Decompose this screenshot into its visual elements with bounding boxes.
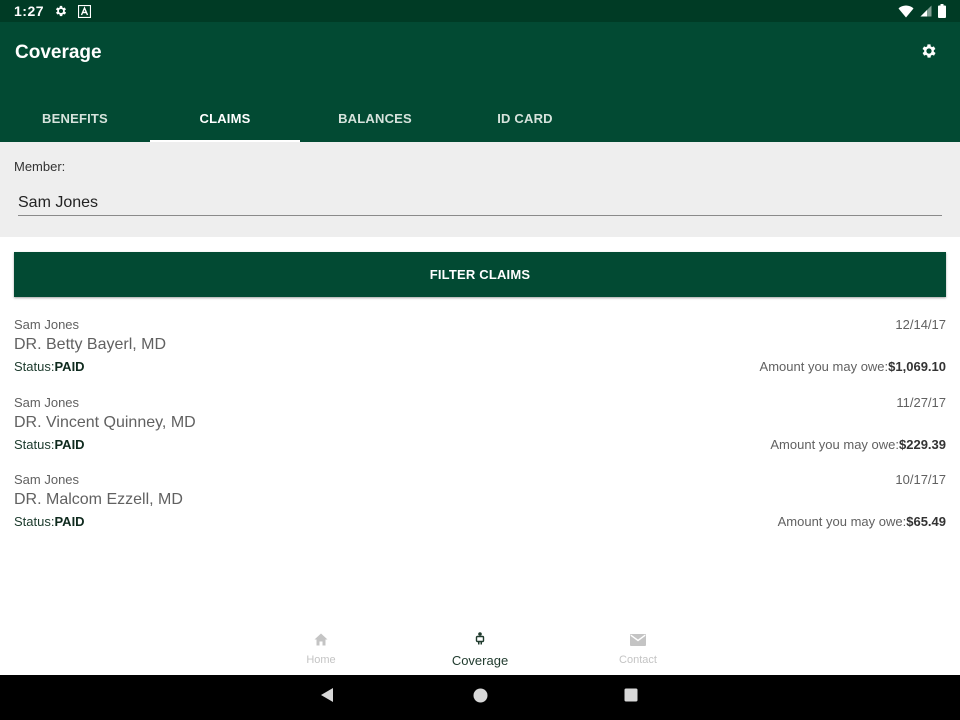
battery-icon [938,4,946,18]
member-section: Member: [0,142,960,237]
member-select[interactable] [18,190,942,216]
home-circle-icon [473,688,488,708]
tab-balances[interactable]: BALANCES [300,94,450,142]
claim-status-value: PAID [54,359,85,374]
signal-icon [920,5,932,17]
system-home-button[interactable] [460,675,500,720]
tab-bar: BENEFITS CLAIMS BALANCES ID CARD [0,94,600,142]
claims-list: Sam Jones 12/14/17 DR. Betty Bayerl, MD … [14,317,946,550]
claim-status-label: Status: [14,359,55,374]
claim-member: Sam Jones [14,317,80,332]
claim-date: 12/14/17 [895,317,946,332]
claim-status-value: PAID [54,436,85,452]
status-time: 1:27 [14,3,45,19]
claim-owe-label: Amount you may owe: [777,514,907,529]
nav-home-label: Home [306,654,336,666]
claim-status-label: Status: [14,514,55,529]
claim-status: Status:PAID [14,514,85,529]
filter-claims-button[interactable]: FILTER CLAIMS [14,252,946,297]
claim-owe-label: Amount you may owe: [770,436,899,452]
nav-contact[interactable]: Contact [573,624,703,675]
gear-icon [920,42,938,65]
settings-button[interactable] [918,42,940,64]
claim-amount-owed: Amount you may owe:$65.49 [778,514,946,529]
back-triangle-icon [320,687,334,708]
nav-home[interactable]: Home [256,624,386,675]
bottom-navigation: Home Coverage Contact [0,624,960,675]
claim-status-value: PAID [54,514,85,529]
claim-provider: DR. Vincent Quinney, MD [14,413,196,431]
claim-status-label: Status: [14,436,55,452]
mail-icon [630,633,646,651]
claim-member: Sam Jones [14,394,80,410]
status-bar: 1:27 [0,0,960,22]
claim-owe-value: $229.39 [899,436,946,452]
settings-status-icon [54,4,68,18]
page-title: Coverage [15,42,102,63]
tab-id-card[interactable]: ID CARD [450,94,600,142]
claim-item[interactable]: Sam Jones 12/14/17 DR. Betty Bayerl, MD … [14,317,946,395]
claim-owe-label: Amount you may owe: [759,359,889,374]
claim-status: Status:PAID [14,437,85,452]
claim-date: 11/27/17 [896,394,946,410]
tab-claims[interactable]: CLAIMS [150,94,300,142]
tab-benefits[interactable]: BENEFITS [0,94,150,142]
a-icon [78,4,92,18]
wifi-icon [898,5,914,18]
claim-status: Status:PAID [14,359,85,374]
claim-provider: DR. Malcom Ezzell, MD [14,491,183,508]
app-bar: Coverage BENEFITS CLAIMS BALANCES ID CAR… [0,22,960,142]
system-recents-button[interactable] [611,675,651,720]
home-icon [314,633,328,651]
claim-amount-owed: Amount you may owe:$1,069.10 [760,359,946,374]
claim-owe-value: $1,069.10 [888,359,946,374]
claim-member: Sam Jones [14,472,80,487]
coverage-icon [475,631,485,650]
nav-contact-label: Contact [619,654,657,666]
recents-square-icon [624,688,638,707]
claim-date: 10/17/17 [895,472,946,487]
system-back-button[interactable] [307,675,347,720]
claim-item[interactable]: Sam Jones 11/27/17 DR. Vincent Quinney, … [14,395,946,473]
member-label: Member: [14,159,66,174]
system-nav-bar [0,675,960,720]
claim-amount-owed: Amount you may owe:$229.39 [770,437,946,452]
nav-coverage[interactable]: Coverage [415,624,545,675]
claim-item[interactable]: Sam Jones 10/17/17 DR. Malcom Ezzell, MD… [14,472,946,550]
nav-coverage-label: Coverage [451,652,509,668]
claim-provider: DR. Betty Bayerl, MD [14,336,167,353]
claim-owe-value: $65.49 [906,514,946,529]
